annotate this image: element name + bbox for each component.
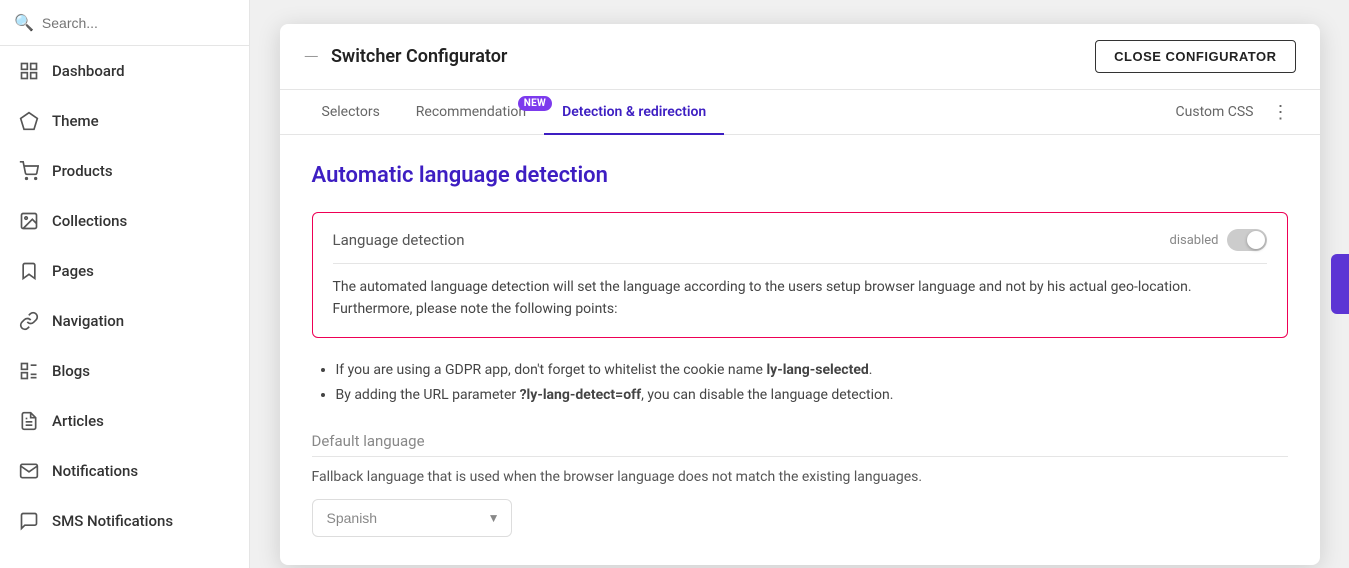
sidebar-item-pages[interactable]: Pages: [0, 246, 249, 296]
image-icon: [18, 210, 40, 232]
tab-detection-redirection[interactable]: Detection & redirection: [544, 90, 724, 134]
bookmark-icon: [18, 260, 40, 282]
detection-label: Language detection: [333, 231, 465, 249]
cart-icon: [18, 160, 40, 182]
search-icon: 🔍: [14, 13, 34, 32]
language-detection-box: Language detection disabled The automate…: [312, 212, 1288, 338]
sidebar-item-blogs[interactable]: Blogs: [0, 346, 249, 396]
main-content: — Switcher Configurator CLOSE CONFIGURAT…: [250, 0, 1349, 568]
sidebar-item-sms-notifications[interactable]: SMS Notifications: [0, 496, 249, 546]
panel-tabs-right: Custom CSS ⋮: [1176, 98, 1296, 127]
panel-title: Switcher Configurator: [331, 46, 507, 67]
chat-icon: [18, 510, 40, 532]
sidebar-item-theme[interactable]: Theme: [0, 96, 249, 146]
search-input[interactable]: [42, 15, 235, 31]
menu-dots-icon[interactable]: ⋮: [1266, 98, 1296, 127]
sidebar-label-navigation: Navigation: [52, 312, 124, 330]
diamond-icon: [18, 110, 40, 132]
bullet-item-url-param: By adding the URL parameter ?ly-lang-det…: [336, 383, 1288, 408]
language-select-wrapper: Spanish English French German Italian ▼: [312, 499, 512, 537]
bullet-list: If you are using a GDPR app, don't forge…: [312, 358, 1288, 408]
right-bar: [1331, 254, 1349, 314]
detection-box-header: Language detection disabled: [333, 229, 1267, 251]
language-detection-toggle[interactable]: [1227, 229, 1267, 251]
bullet-item-gdpr: If you are using a GDPR app, don't forge…: [336, 358, 1288, 383]
language-select[interactable]: Spanish English French German Italian: [312, 499, 512, 537]
file-text-icon: [18, 410, 40, 432]
sidebar-label-pages: Pages: [52, 262, 94, 280]
close-configurator-button[interactable]: CLOSE CONFIGURATOR: [1095, 40, 1295, 73]
default-language-section: Default language Fallback language that …: [312, 432, 1288, 537]
panel-title-group: — Switcher Configurator: [304, 45, 508, 69]
search-bar[interactable]: 🔍: [0, 0, 249, 46]
panel-tabs: Selectors Recommendation NEW Detection &…: [280, 90, 1320, 135]
sidebar-item-articles[interactable]: Articles: [0, 396, 249, 446]
sidebar-label-blogs: Blogs: [52, 362, 90, 380]
grid-icon: [18, 60, 40, 82]
sidebar-label-theme: Theme: [52, 112, 99, 130]
sidebar-label-articles: Articles: [52, 412, 104, 430]
toggle-status: disabled: [1170, 233, 1219, 248]
panel-header: — Switcher Configurator CLOSE CONFIGURAT…: [280, 24, 1320, 90]
configurator-panel: — Switcher Configurator CLOSE CONFIGURAT…: [280, 24, 1320, 565]
sidebar-nav: Dashboard Theme Products: [0, 46, 249, 568]
default-lang-divider: [312, 456, 1288, 457]
mail-icon: [18, 460, 40, 482]
sidebar-label-products: Products: [52, 162, 113, 180]
tab-recommendation[interactable]: Recommendation NEW: [398, 90, 544, 134]
link-icon: [18, 310, 40, 332]
toggle-group: disabled: [1170, 229, 1267, 251]
sidebar: 🔍 Dashboard Theme: [0, 0, 250, 568]
list-square-icon: [18, 360, 40, 382]
fallback-description: Fallback language that is used when the …: [312, 469, 1288, 485]
sidebar-item-collections[interactable]: Collections: [0, 196, 249, 246]
section-title: Automatic language detection: [312, 163, 1288, 188]
detection-description: The automated language detection will se…: [333, 276, 1267, 321]
panel-body: Automatic language detection Language de…: [280, 135, 1320, 565]
sidebar-item-products[interactable]: Products: [0, 146, 249, 196]
tab-selectors[interactable]: Selectors: [304, 90, 398, 134]
detection-divider: [333, 263, 1267, 264]
default-language-title: Default language: [312, 432, 1288, 450]
sidebar-label-collections: Collections: [52, 212, 127, 230]
sidebar-label-notifications: Notifications: [52, 462, 138, 480]
sidebar-label-dashboard: Dashboard: [52, 62, 125, 80]
custom-css-link[interactable]: Custom CSS: [1176, 104, 1254, 120]
sidebar-item-navigation[interactable]: Navigation: [0, 296, 249, 346]
sidebar-item-dashboard[interactable]: Dashboard: [0, 46, 249, 96]
panel-dash: —: [304, 45, 319, 69]
sidebar-item-notifications[interactable]: Notifications: [0, 446, 249, 496]
sidebar-label-sms-notifications: SMS Notifications: [52, 512, 173, 530]
